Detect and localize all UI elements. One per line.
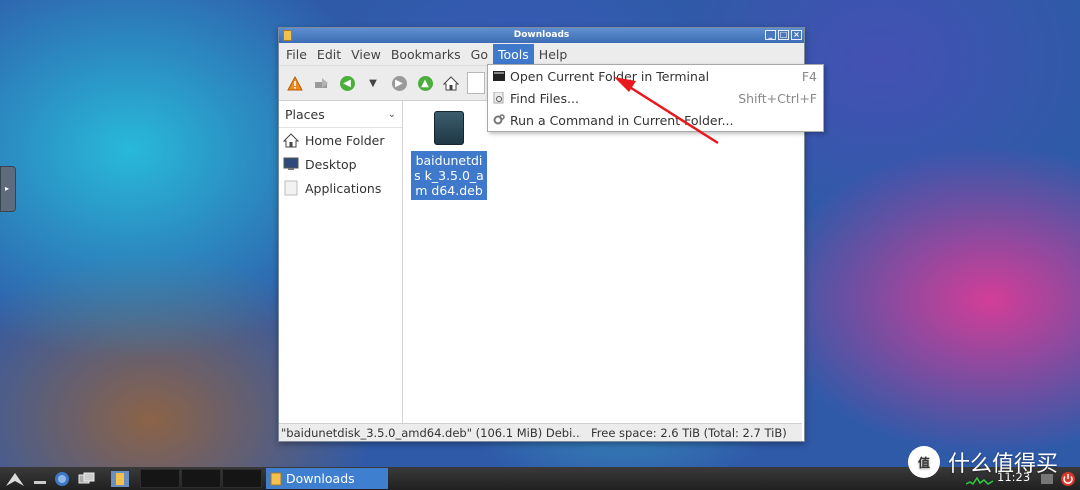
file-name: baidunetdis k_3.5.0_am d64.deb <box>411 151 487 200</box>
home-icon <box>443 75 459 90</box>
status-free-space: Free space: 2.6 TiB (Total: 2.7 TiB) <box>591 425 787 440</box>
workspaces-icon[interactable] <box>76 467 98 490</box>
watermark: 值 什么值得买 <box>908 446 1058 478</box>
watermark-logo: 值 <box>908 446 940 478</box>
gears-icon <box>493 114 505 126</box>
places-header-label: Places <box>285 106 325 122</box>
file-view[interactable]: baidunetdis k_3.5.0_am d64.deb <box>403 101 803 425</box>
forward-button[interactable]: ▶ <box>389 73 409 93</box>
menu-item-label: Open Current Folder in Terminal <box>510 68 710 84</box>
places-sidebar: Places ⌄ Home Folder Desktop Application… <box>279 101 403 425</box>
close-button[interactable]: × <box>791 30 802 40</box>
folder-icon <box>283 30 292 41</box>
browser-icon[interactable] <box>52 467 72 490</box>
find-icon <box>493 92 505 104</box>
home-button[interactable] <box>441 73 461 93</box>
menu-item-run-command[interactable]: Run a Command in Current Folder... <box>488 109 823 131</box>
menu-tools[interactable]: Tools <box>493 43 534 65</box>
up-button[interactable]: ▲ <box>415 73 435 93</box>
desktop-panel-handle[interactable]: ▸ <box>0 166 16 212</box>
tools-menu: Open Current Folder in Terminal F4 Find … <box>487 64 824 132</box>
menu-edit[interactable]: Edit <box>312 44 346 65</box>
applications-icon <box>284 180 298 196</box>
menu-view[interactable]: View <box>346 44 386 65</box>
menu-item-shortcut: F4 <box>801 68 817 84</box>
menu-item-label: Find Files... <box>510 90 579 106</box>
taskbar-task-downloads[interactable]: Downloads <box>266 468 388 489</box>
back-button[interactable]: ◀ <box>337 73 357 93</box>
menu-item-shortcut: Shift+Ctrl+F <box>738 90 817 106</box>
sidebar-item-label: Desktop <box>305 156 357 172</box>
chevron-right-icon: ▸ <box>5 184 10 193</box>
sidebar-item-home[interactable]: Home Folder <box>279 128 402 152</box>
chevron-down-icon: ▼ <box>369 77 377 89</box>
workspace-slot[interactable] <box>140 469 180 488</box>
power-icon[interactable] <box>1058 467 1078 490</box>
maximize-button[interactable]: □ <box>778 30 789 40</box>
workspace-slot[interactable] <box>181 469 221 488</box>
menu-bookmarks[interactable]: Bookmarks <box>386 44 466 65</box>
menu-item-find-files[interactable]: Find Files... Shift+Ctrl+F <box>488 87 823 109</box>
location-bar[interactable] <box>467 72 485 94</box>
menu-file[interactable]: File <box>281 44 312 65</box>
sidebar-item-applications[interactable]: Applications <box>279 176 402 200</box>
chevron-down-icon: ⌄ <box>387 108 396 120</box>
sidebar-item-label: Home Folder <box>305 132 385 148</box>
up-arrow-icon: ▲ <box>417 75 433 91</box>
start-menu-icon[interactable] <box>4 467 26 490</box>
back-arrow-icon: ◀ <box>339 75 355 91</box>
history-dropdown-button[interactable]: ▼ <box>363 73 383 93</box>
menu-go[interactable]: Go <box>466 44 493 65</box>
new-tab-icon[interactable] <box>311 73 331 93</box>
menu-item-label: Run a Command in Current Folder... <box>510 112 734 128</box>
file-manager-launcher-icon[interactable] <box>108 467 132 490</box>
taskbar-task-label: Downloads <box>286 471 355 486</box>
menu-help[interactable]: Help <box>534 44 573 65</box>
minimize-button[interactable]: _ <box>765 30 776 40</box>
warning-icon[interactable] <box>285 73 305 93</box>
sidebar-item-label: Applications <box>305 180 382 196</box>
status-selection: "baidunetdisk_3.5.0_amd64.deb" (106.1 Mi… <box>281 425 581 440</box>
deb-package-icon <box>434 111 464 145</box>
desktop-icon <box>283 157 299 170</box>
menu-item-open-terminal[interactable]: Open Current Folder in Terminal F4 <box>488 65 823 87</box>
watermark-text: 什么值得买 <box>948 452 1059 477</box>
window-title: Downloads <box>513 30 570 40</box>
sidebar-item-desktop[interactable]: Desktop <box>279 152 402 176</box>
menubar: File Edit View Bookmarks Go Tools Help <box>279 43 804 66</box>
minimize-all-icon[interactable] <box>30 467 50 490</box>
window-titlebar[interactable]: Downloads _ □ × <box>279 28 804 43</box>
terminal-icon <box>493 70 505 82</box>
forward-arrow-icon: ▶ <box>391 75 407 91</box>
home-icon <box>283 132 299 147</box>
places-header[interactable]: Places ⌄ <box>279 101 402 128</box>
workspace-slot[interactable] <box>222 469 262 488</box>
folder-icon <box>270 472 282 485</box>
file-item[interactable]: baidunetdis k_3.5.0_am d64.deb <box>411 111 487 200</box>
statusbar: "baidunetdisk_3.5.0_amd64.deb" (106.1 Mi… <box>279 423 802 441</box>
